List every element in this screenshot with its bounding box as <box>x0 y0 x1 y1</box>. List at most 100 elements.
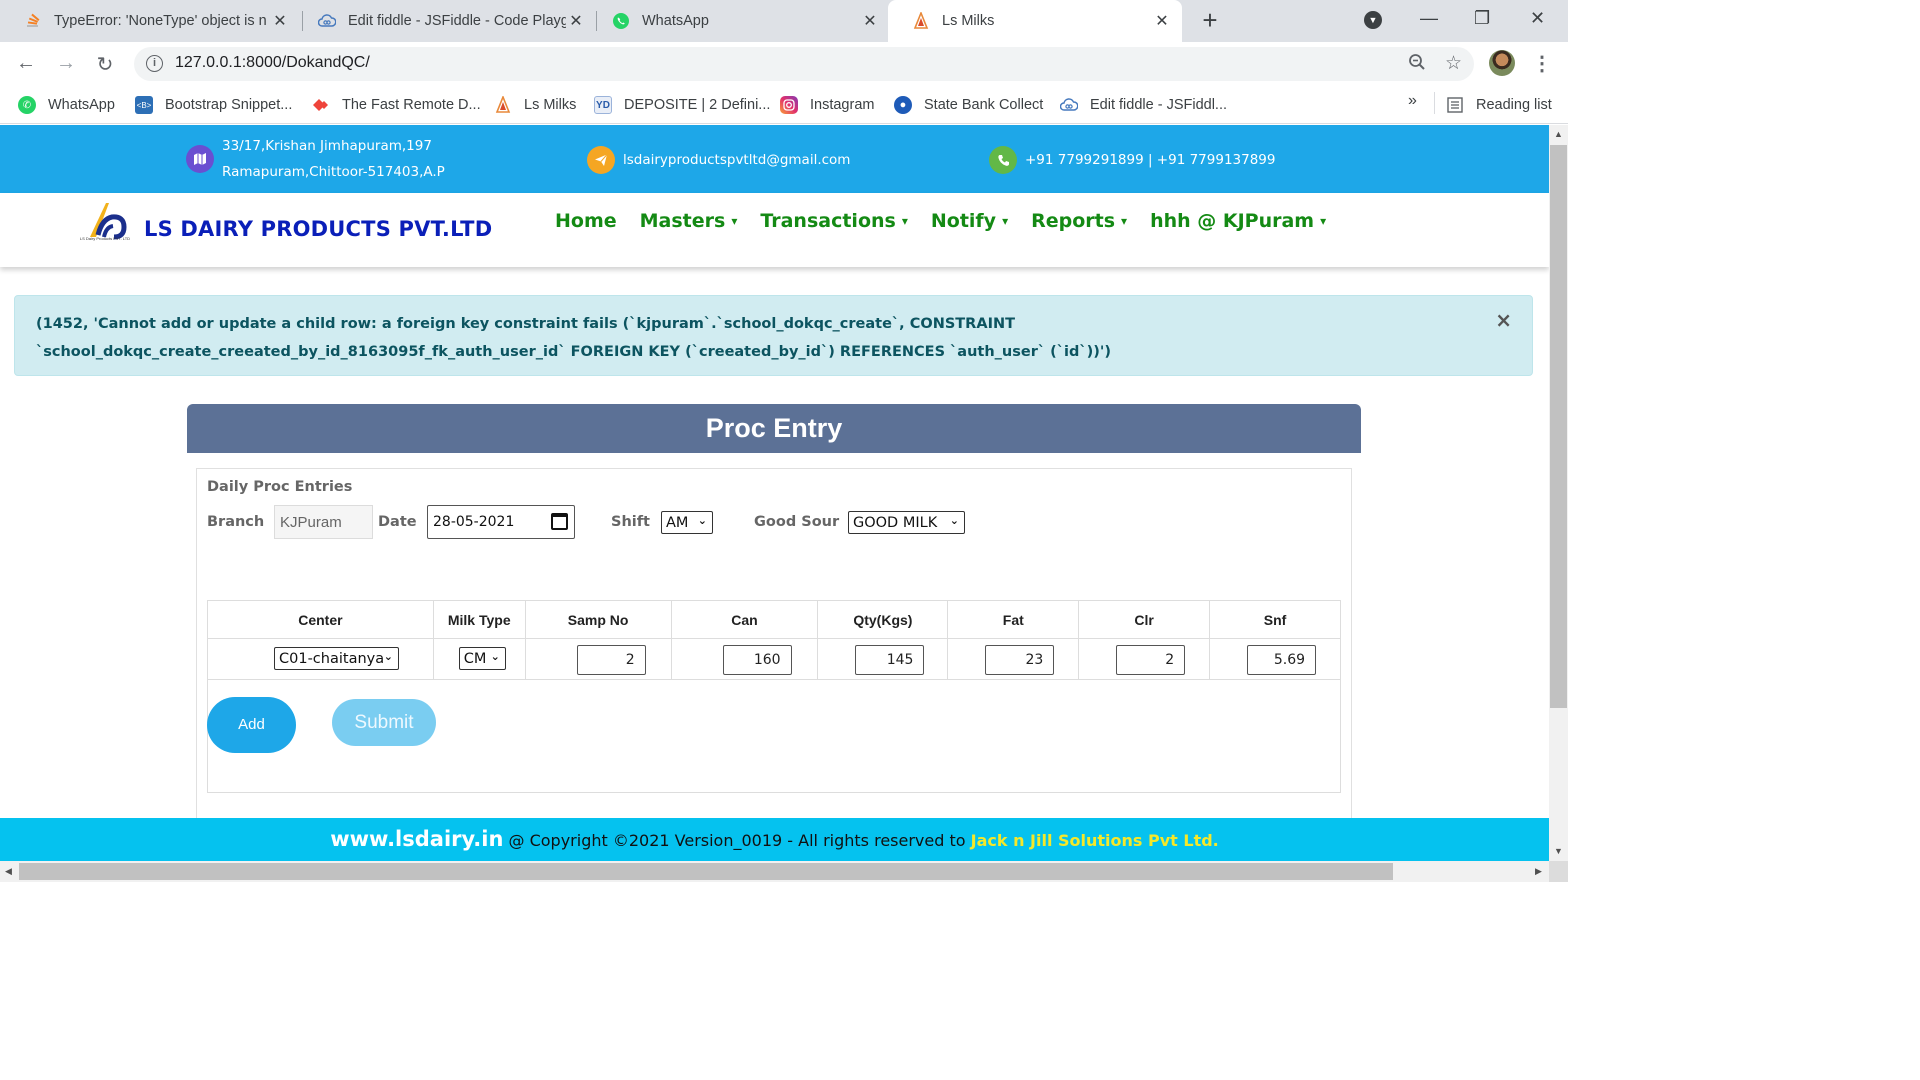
email-text[interactable]: lsdairyproductspvtltd@gmail.com <box>623 147 850 173</box>
nav-transactions-label: Transactions <box>760 210 896 232</box>
bookmark-anydesk[interactable]: The Fast Remote D... <box>312 94 481 116</box>
caret-down-icon: ▾ <box>731 214 738 228</box>
chevron-down-icon: ⌄ <box>383 650 393 663</box>
milk-type-select[interactable]: CM ⌄ <box>458 647 506 670</box>
good-sour-select[interactable]: GOOD MILK ⌄ <box>848 511 965 534</box>
bookmark-deposite[interactable]: YD DEPOSITE | 2 Defini... <box>594 94 770 116</box>
shift-select[interactable]: AM ⌄ <box>661 511 713 534</box>
date-value: 28-05-2021 <box>433 514 515 530</box>
good-sour-label: Good Sour <box>754 514 840 530</box>
profile-avatar[interactable] <box>1489 50 1515 76</box>
nav-reports-label: Reports <box>1031 210 1116 232</box>
zoom-icon[interactable] <box>1408 53 1426 76</box>
restore-icon[interactable]: ❐ <box>1474 8 1490 29</box>
column-header: Samp No <box>524 600 672 639</box>
url-text[interactable]: 127.0.0.1:8000/DokandQC/ <box>175 54 370 72</box>
phone-icon <box>989 146 1017 174</box>
reload-icon[interactable]: ↻ <box>93 52 117 77</box>
bookmark-bootstrap[interactable]: <B> Bootstrap Snippet... <box>135 94 292 116</box>
browser-menu-icon[interactable]: ⋮ <box>1532 51 1552 76</box>
tab-ls-milks[interactable]: Ls Milks ✕ <box>888 0 1182 42</box>
can-input[interactable]: 160 <box>722 645 792 675</box>
company-logo[interactable] <box>76 199 136 251</box>
snf-input[interactable]: 5.69 <box>1247 645 1317 675</box>
column-header: Fat <box>947 600 1080 639</box>
tab-typeerror[interactable]: TypeError: 'NoneType' object is n ✕ <box>0 0 300 42</box>
nav-notify-label: Notify <box>930 210 997 232</box>
bookmarks-divider <box>1434 92 1435 114</box>
whatsapp-icon: ✆ <box>18 96 36 114</box>
qty-input[interactable]: 145 <box>855 645 925 675</box>
brand-name[interactable]: LS DAIRY PRODUCTS PVT.LTD <box>144 217 492 241</box>
column-header: Can <box>670 600 819 639</box>
samp-no-cell: 2 <box>524 638 672 680</box>
center-value: C01-chaitanya <box>279 650 385 667</box>
clr-input[interactable]: 2 <box>1116 645 1186 675</box>
horizontal-scroll-thumb[interactable] <box>19 863 1393 880</box>
bookmark-instagram[interactable]: Instagram <box>780 94 874 116</box>
center-select[interactable]: C01-chaitanya ⌄ <box>274 647 399 670</box>
calendar-icon[interactable] <box>551 513 568 530</box>
footer-site-link[interactable]: www.lsdairy.in <box>330 827 503 851</box>
contact-email: lsdairyproductspvtltd@gmail.com <box>587 146 850 174</box>
vertical-scroll-thumb[interactable] <box>1550 145 1567 708</box>
bookmark-star-icon[interactable]: ☆ <box>1445 52 1462 75</box>
new-tab-button[interactable]: + <box>1196 6 1224 34</box>
proc-entry-header: Proc Entry <box>187 404 1361 453</box>
site-info-icon[interactable]: i <box>146 55 163 72</box>
nav-user-menu[interactable]: hhh @ KJPuram ▾ <box>1150 210 1326 232</box>
scroll-down-icon[interactable]: ▼ <box>1554 846 1563 856</box>
forward-icon[interactable]: → <box>54 52 78 75</box>
nav-transactions[interactable]: Transactions ▾ <box>760 210 908 232</box>
nav-home[interactable]: Home <box>555 210 617 232</box>
proc-entry-form: Daily Proc Entries Branch KJPuram Date 2… <box>196 468 1352 861</box>
chevron-down-icon: ⌄ <box>949 514 959 527</box>
bookmark-whatsapp[interactable]: ✆ WhatsApp <box>18 94 115 116</box>
close-tab-icon[interactable]: ✕ <box>270 11 290 31</box>
close-tab-icon[interactable]: ✕ <box>566 11 586 31</box>
tab-title: Ls Milks <box>942 13 995 29</box>
tab-title: TypeError: 'NoneType' object is n <box>54 13 267 29</box>
phone-text[interactable]: +91 7799291899 | +91 7799137899 <box>1025 147 1275 173</box>
nav-notify[interactable]: Notify ▾ <box>931 210 1008 232</box>
tab-whatsapp[interactable]: WhatsApp ✕ <box>588 0 890 42</box>
tab-search-icon[interactable]: ▼ <box>1364 11 1382 29</box>
address-bar[interactable]: i 127.0.0.1:8000/DokandQC/ ☆ <box>134 47 1474 81</box>
more-bookmarks-button[interactable]: » <box>1408 92 1417 110</box>
scroll-left-icon[interactable]: ◀ <box>5 866 12 877</box>
samp-no-input[interactable]: 2 <box>576 645 646 675</box>
branch-label: Branch <box>207 514 265 530</box>
tab-jsfiddle[interactable]: Edit fiddle - JSFiddle - Code Playg ✕ <box>294 0 596 42</box>
footer-company-link[interactable]: Jack n Jill Solutions Pvt Ltd. <box>971 831 1219 850</box>
bookmark-label: State Bank Collect <box>924 97 1044 113</box>
date-label: Date <box>378 514 417 530</box>
minimize-icon[interactable]: — <box>1420 8 1438 29</box>
contact-bar: 33/17,Krishan Jimhapuram,197 Ramapuram,C… <box>0 125 1549 193</box>
add-button[interactable]: Add <box>207 697 296 753</box>
whatsapp-icon <box>612 12 630 30</box>
close-tab-icon[interactable]: ✕ <box>1152 11 1172 31</box>
submit-button[interactable]: Submit <box>332 699 436 746</box>
column-header: Snf <box>1209 600 1341 639</box>
page-viewport: 33/17,Krishan Jimhapuram,197 Ramapuram,C… <box>0 125 1549 861</box>
scroll-right-icon[interactable]: ▶ <box>1535 866 1542 877</box>
bookmark-jsfiddle[interactable]: Edit fiddle - JSFiddl... <box>1060 94 1227 116</box>
scroll-up-icon[interactable]: ▲ <box>1554 129 1563 139</box>
close-tab-icon[interactable]: ✕ <box>860 11 880 31</box>
bookmark-sbi[interactable]: ● State Bank Collect <box>894 94 1043 116</box>
footer-copyright: @ Copyright ©2021 Version_0019 - All rig… <box>503 831 971 850</box>
bookmark-label: Bootstrap Snippet... <box>165 97 293 113</box>
bookmark-ls-milks[interactable]: Ls Milks <box>494 94 576 116</box>
fat-input[interactable]: 23 <box>985 645 1055 675</box>
alert-close-icon[interactable]: × <box>1495 308 1512 332</box>
back-icon[interactable]: ← <box>14 52 38 75</box>
date-field[interactable]: 28-05-2021 <box>427 505 575 539</box>
reading-list-button[interactable]: Reading list <box>1446 94 1552 116</box>
snf-cell: 5.69 <box>1209 638 1341 680</box>
instagram-icon <box>780 96 798 114</box>
window-close-icon[interactable]: ✕ <box>1530 8 1545 29</box>
error-alert: (1452, 'Cannot add or update a child row… <box>14 295 1533 376</box>
nav-reports[interactable]: Reports ▾ <box>1031 210 1127 232</box>
tab-title: WhatsApp <box>642 13 709 29</box>
nav-masters[interactable]: Masters ▾ <box>640 210 738 232</box>
